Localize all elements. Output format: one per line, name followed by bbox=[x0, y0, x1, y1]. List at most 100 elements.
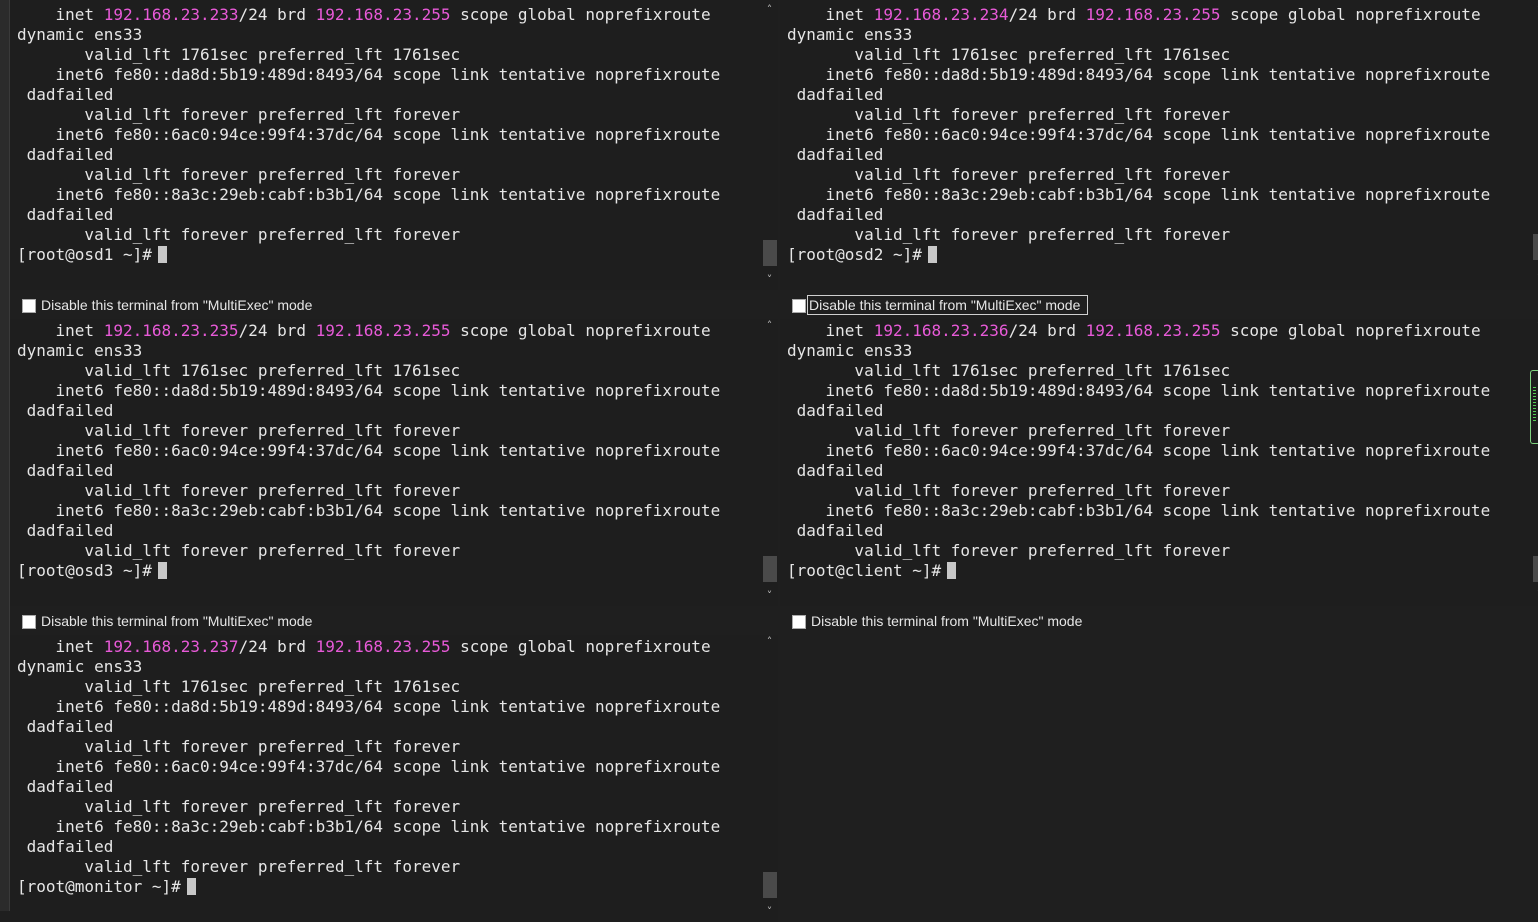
scroll-up-arrow-icon[interactable]: ˄ bbox=[761, 2, 778, 18]
terminal-output[interactable]: inet 192.168.23.233/24 brd 192.168.23.25… bbox=[17, 5, 762, 265]
scroll-up-arrow-icon[interactable]: ˄ bbox=[1531, 2, 1538, 18]
window-left-edge bbox=[0, 0, 10, 911]
grip-icon bbox=[1533, 387, 1536, 423]
scroll-up-arrow-icon[interactable]: ˄ bbox=[761, 318, 778, 334]
inet-line: inet 192.168.23.234/24 brd 192.168.23.25… bbox=[787, 5, 1532, 25]
inet-label: inet bbox=[17, 321, 104, 340]
output-line: valid_lft forever preferred_lft forever bbox=[787, 421, 1231, 440]
side-panel-handle[interactable] bbox=[1530, 370, 1538, 444]
vertical-scrollbar[interactable]: ˄˅ bbox=[761, 632, 778, 922]
terminal-output[interactable]: inet 192.168.23.236/24 brd 192.168.23.25… bbox=[787, 321, 1532, 581]
vertical-scrollbar[interactable]: ˄˅ bbox=[761, 316, 778, 606]
output-line: valid_lft forever preferred_lft forever bbox=[17, 737, 461, 756]
ip-address: 192.168.23.236 bbox=[873, 321, 1009, 340]
broadcast-address: 192.168.23.255 bbox=[1085, 321, 1221, 340]
scroll-down-arrow-icon[interactable]: ˅ bbox=[1531, 588, 1538, 604]
multiexec-checkbox-label[interactable]: Disable this terminal from "MultiExec" m… bbox=[41, 297, 312, 313]
scroll-down-arrow-icon[interactable]: ˅ bbox=[761, 272, 778, 288]
output-line: inet6 fe80::6ac0:94ce:99f4:37dc/64 scope… bbox=[17, 757, 721, 776]
output-line: dadfailed bbox=[787, 205, 884, 224]
multiexec-checkbox[interactable] bbox=[792, 299, 806, 313]
inet-scope: scope global noprefixroute bbox=[450, 5, 711, 24]
inet-scope: scope global noprefixroute bbox=[450, 637, 711, 656]
terminal-output[interactable]: inet 192.168.23.235/24 brd 192.168.23.25… bbox=[17, 321, 762, 581]
output-line: valid_lft 1761sec preferred_lft 1761sec bbox=[787, 45, 1231, 64]
output-line: inet6 fe80::8a3c:29eb:cabf:b3b1/64 scope… bbox=[787, 501, 1491, 520]
broadcast-address: 192.168.23.255 bbox=[315, 637, 451, 656]
scroll-down-arrow-icon[interactable]: ˅ bbox=[761, 904, 778, 920]
scroll-up-arrow-icon[interactable]: ˄ bbox=[761, 634, 778, 650]
output-line: inet6 fe80::6ac0:94ce:99f4:37dc/64 scope… bbox=[787, 441, 1491, 460]
text-cursor bbox=[947, 562, 957, 579]
multiexec-checkbox[interactable] bbox=[792, 615, 806, 629]
output-line: valid_lft forever preferred_lft forever bbox=[787, 105, 1231, 124]
vertical-scrollbar[interactable]: ˄˅ bbox=[1531, 0, 1538, 290]
terminal-pane[interactable]: inet 192.168.23.235/24 brd 192.168.23.25… bbox=[10, 316, 778, 606]
output-line: inet6 fe80::8a3c:29eb:cabf:b3b1/64 scope… bbox=[787, 185, 1491, 204]
output-line: dadfailed bbox=[787, 85, 884, 104]
output-line: valid_lft 1761sec preferred_lft 1761sec bbox=[17, 45, 461, 64]
inet-line: inet 192.168.23.235/24 brd 192.168.23.25… bbox=[17, 321, 762, 341]
output-line: inet6 fe80::8a3c:29eb:cabf:b3b1/64 scope… bbox=[17, 817, 721, 836]
multiexec-toggle-row: Disable this terminal from "MultiExec" m… bbox=[10, 607, 778, 635]
output-line: valid_lft forever preferred_lft forever bbox=[787, 541, 1231, 560]
output-line: inet6 fe80::da8d:5b19:489d:8493/64 scope… bbox=[17, 697, 721, 716]
inet-brd-label: /24 brd bbox=[1008, 5, 1086, 24]
multiexec-checkbox-label[interactable]: Disable this terminal from "MultiExec" m… bbox=[41, 613, 312, 629]
prompt-line[interactable]: [root@client ~]# bbox=[787, 561, 1532, 581]
output-line: dadfailed bbox=[17, 205, 114, 224]
output-line: dadfailed bbox=[787, 401, 884, 420]
output-line: inet6 fe80::6ac0:94ce:99f4:37dc/64 scope… bbox=[17, 441, 721, 460]
output-line: dadfailed bbox=[17, 777, 114, 796]
output-line: dadfailed bbox=[17, 461, 114, 480]
output-line: dadfailed bbox=[787, 145, 884, 164]
multiexec-checkbox[interactable] bbox=[22, 615, 36, 629]
multiexec-checkbox[interactable] bbox=[22, 299, 36, 313]
prompt-line[interactable]: [root@osd3 ~]# bbox=[17, 561, 762, 581]
multiexec-toggle-row: Disable this terminal from "MultiExec" m… bbox=[780, 607, 1538, 635]
output-line: inet6 fe80::8a3c:29eb:cabf:b3b1/64 scope… bbox=[17, 501, 721, 520]
scrollbar-thumb[interactable] bbox=[763, 240, 777, 266]
inet-brd-label: /24 brd bbox=[238, 321, 316, 340]
inet-brd-label: /24 brd bbox=[238, 637, 316, 656]
output-line: dadfailed bbox=[17, 717, 114, 736]
inet-label: inet bbox=[17, 5, 104, 24]
output-line: inet6 fe80::da8d:5b19:489d:8493/64 scope… bbox=[787, 381, 1491, 400]
scroll-down-arrow-icon[interactable]: ˅ bbox=[1531, 272, 1538, 288]
output-line: valid_lft forever preferred_lft forever bbox=[787, 481, 1231, 500]
output-line: dadfailed bbox=[787, 461, 884, 480]
output-line: inet6 fe80::da8d:5b19:489d:8493/64 scope… bbox=[787, 65, 1491, 84]
output-line: dynamic ens33 bbox=[787, 341, 913, 360]
vertical-scrollbar[interactable]: ˄˅ bbox=[1531, 316, 1538, 606]
scroll-up-arrow-icon[interactable]: ˄ bbox=[1531, 318, 1538, 334]
inet-label: inet bbox=[17, 637, 104, 656]
multiexec-checkbox-label[interactable]: Disable this terminal from "MultiExec" m… bbox=[811, 613, 1082, 629]
terminal-output[interactable]: inet 192.168.23.234/24 brd 192.168.23.25… bbox=[787, 5, 1532, 265]
inet-scope: scope global noprefixroute bbox=[1220, 321, 1481, 340]
scrollbar-thumb[interactable] bbox=[763, 872, 777, 898]
output-line: dadfailed bbox=[17, 521, 114, 540]
terminal-output[interactable]: inet 192.168.23.237/24 brd 192.168.23.25… bbox=[17, 637, 762, 897]
scrollbar-thumb[interactable] bbox=[1533, 556, 1538, 582]
multiexec-toggle-row: Disable this terminal from "MultiExec" m… bbox=[10, 291, 778, 319]
shell-prompt: [root@monitor ~]# bbox=[17, 877, 181, 896]
terminal-pane[interactable]: inet 192.168.23.236/24 brd 192.168.23.25… bbox=[780, 316, 1538, 606]
ip-address: 192.168.23.235 bbox=[103, 321, 239, 340]
output-line: valid_lft forever preferred_lft forever bbox=[17, 225, 461, 244]
vertical-scrollbar[interactable]: ˄˅ bbox=[761, 0, 778, 290]
prompt-line[interactable]: [root@monitor ~]# bbox=[17, 877, 762, 897]
prompt-line[interactable]: [root@osd1 ~]# bbox=[17, 245, 762, 265]
shell-prompt: [root@osd1 ~]# bbox=[17, 245, 152, 264]
terminal-pane[interactable]: inet 192.168.23.237/24 brd 192.168.23.25… bbox=[10, 632, 778, 922]
shell-prompt: [root@osd3 ~]# bbox=[17, 561, 152, 580]
multiexec-checkbox-label[interactable]: Disable this terminal from "MultiExec" m… bbox=[807, 295, 1089, 315]
prompt-line[interactable]: [root@osd2 ~]# bbox=[787, 245, 1532, 265]
terminal-pane[interactable]: inet 192.168.23.233/24 brd 192.168.23.25… bbox=[10, 0, 778, 290]
scroll-down-arrow-icon[interactable]: ˅ bbox=[761, 588, 778, 604]
scrollbar-thumb[interactable] bbox=[1533, 234, 1538, 260]
inet-label: inet bbox=[787, 5, 874, 24]
output-line: valid_lft 1761sec preferred_lft 1761sec bbox=[17, 361, 461, 380]
scrollbar-thumb[interactable] bbox=[763, 556, 777, 582]
terminal-pane[interactable]: inet 192.168.23.234/24 brd 192.168.23.25… bbox=[780, 0, 1538, 290]
broadcast-address: 192.168.23.255 bbox=[1085, 5, 1221, 24]
